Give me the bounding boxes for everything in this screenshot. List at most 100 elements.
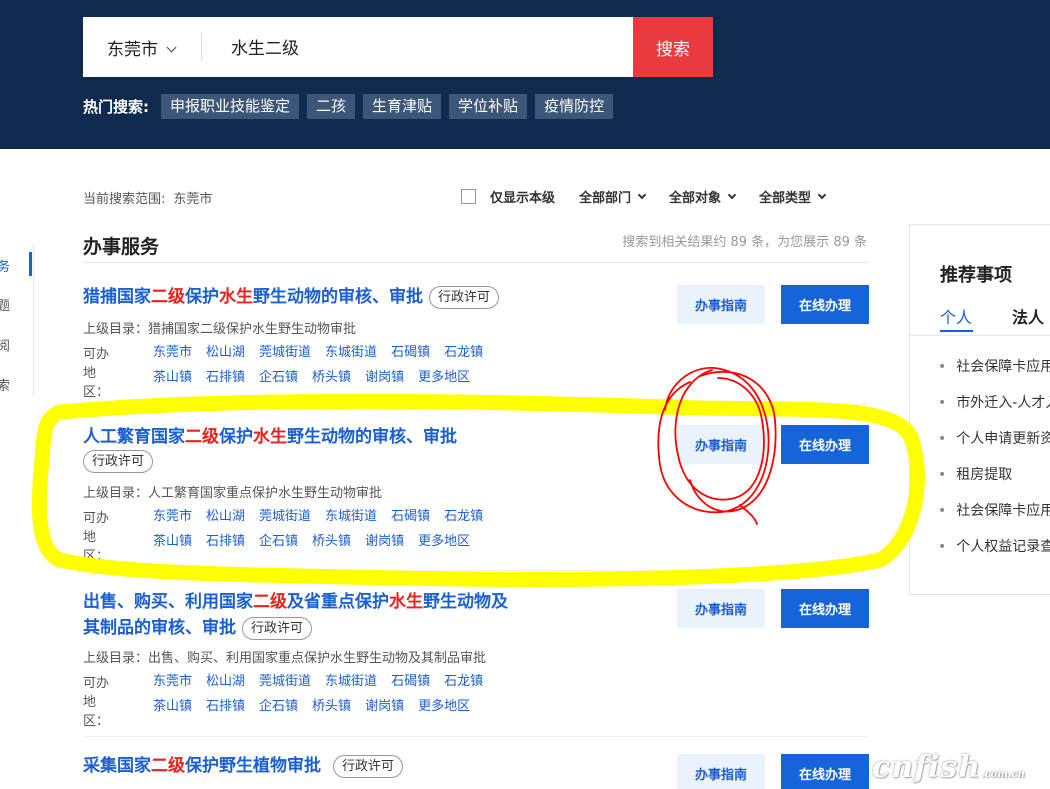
side-nav-item[interactable]: 阅 bbox=[0, 335, 10, 354]
recommend-item[interactable]: 个人申请更新资料 bbox=[938, 428, 1050, 464]
area-link[interactable]: 东莞市 bbox=[153, 672, 192, 697]
area-link[interactable]: 企石镇 bbox=[259, 368, 298, 393]
parent-catalog: 上级目录：出售、购买、利用国家重点保护水生野生动物及其制品审批 bbox=[83, 651, 487, 666]
area-link[interactable]: 东莞市 bbox=[153, 507, 192, 532]
tab-personal[interactable]: 个人 bbox=[940, 304, 972, 328]
area-link[interactable]: 更多地区 bbox=[418, 532, 470, 557]
side-nav-item[interactable]: 索 bbox=[0, 375, 10, 394]
guide-button[interactable]: 办事指南 bbox=[677, 425, 765, 464]
city-selector[interactable]: 东莞市 bbox=[107, 35, 177, 60]
area-link[interactable]: 桥头镇 bbox=[312, 697, 351, 722]
tab-legal-entity[interactable]: 法人 bbox=[1012, 304, 1044, 328]
category-badge: 行政许可 bbox=[429, 285, 500, 309]
online-apply-button[interactable]: 在线办理 bbox=[781, 589, 869, 628]
area-link[interactable]: 石碣镇 bbox=[391, 343, 430, 368]
area-link[interactable]: 松山湖 bbox=[206, 507, 245, 532]
guide-button[interactable]: 办事指南 bbox=[677, 589, 765, 628]
tab-active-underline bbox=[940, 330, 973, 332]
only-level-label[interactable]: 仅显示本级 bbox=[490, 187, 555, 206]
only-level-checkbox[interactable] bbox=[461, 189, 476, 204]
divider bbox=[83, 570, 869, 571]
area-link[interactable]: 企石镇 bbox=[259, 697, 298, 722]
guide-button[interactable]: 办事指南 bbox=[677, 754, 765, 789]
area-link[interactable]: 茶山镇 bbox=[153, 368, 192, 393]
area-link[interactable]: 谢岗镇 bbox=[365, 532, 404, 557]
parent-catalog: 上级目录：人工繁育国家重点保护水生野生动物审批 bbox=[83, 486, 383, 501]
dept-filter[interactable]: 全部部门 bbox=[579, 187, 647, 206]
hot-tag[interactable]: 学位补贴 bbox=[449, 93, 528, 119]
service-title[interactable]: 出售、购买、利用国家二级及省重点保护水生野生动物及 其制品的审核、审批 行政许可 bbox=[83, 589, 553, 641]
result-count: 搜索到相关结果约 89 条，为您展示 89 条 bbox=[622, 235, 867, 250]
area-link[interactable]: 谢岗镇 bbox=[365, 368, 404, 393]
chevron-down-icon bbox=[727, 190, 737, 199]
header: 东莞市 搜索 热门搜索: 申报职业技能鉴定 二孩 生育津贴 学位补贴 疫情防控 bbox=[0, 0, 1050, 149]
chevron-down-icon bbox=[166, 42, 177, 53]
scope-label: 当前搜索范围: bbox=[83, 192, 166, 207]
recommend-title: 推荐事项 bbox=[940, 265, 1012, 286]
area-link[interactable]: 石排镇 bbox=[206, 697, 245, 722]
side-nav-item[interactable]: 题 bbox=[0, 295, 10, 314]
area-link[interactable]: 东城街道 bbox=[325, 507, 377, 532]
areas-label: 可办地区： bbox=[83, 347, 110, 400]
area-link[interactable]: 桥头镇 bbox=[312, 532, 351, 557]
guide-button[interactable]: 办事指南 bbox=[677, 285, 765, 324]
area-link[interactable]: 石龙镇 bbox=[444, 343, 483, 368]
area-link[interactable]: 企石镇 bbox=[259, 532, 298, 557]
target-filter-label: 全部对象 bbox=[669, 191, 722, 206]
area-link[interactable]: 松山湖 bbox=[206, 672, 245, 697]
recommend-list: 社会保障卡应用状态 市外迁入-人才入户 个人申请更新资料 租房提取 社会保障卡应… bbox=[938, 356, 1050, 572]
area-link[interactable]: 石排镇 bbox=[206, 532, 245, 557]
search-box: 东莞市 搜索 bbox=[83, 17, 713, 77]
area-link[interactable]: 东城街道 bbox=[325, 343, 377, 368]
recommend-panel: 推荐事项 个人 法人 社会保障卡应用状态 市外迁入-人才入户 个人申请更新资料 … bbox=[909, 224, 1050, 595]
hot-search: 热门搜索: 申报职业技能鉴定 二孩 生育津贴 学位补贴 疫情防控 bbox=[83, 93, 621, 119]
area-link[interactable]: 桥头镇 bbox=[312, 368, 351, 393]
area-link[interactable]: 石排镇 bbox=[206, 368, 245, 393]
scope-value: 东莞市 bbox=[173, 192, 213, 207]
area-link[interactable]: 茶山镇 bbox=[153, 697, 192, 722]
area-link[interactable]: 茶山镇 bbox=[153, 532, 192, 557]
areas-label: 可办地区： bbox=[83, 676, 110, 729]
side-nav-active-indicator bbox=[29, 252, 32, 276]
watermark-logo: cnfish.com.cn bbox=[872, 750, 1025, 785]
side-nav-item[interactable]: 务 bbox=[0, 256, 10, 275]
search-button[interactable]: 搜索 bbox=[633, 17, 713, 77]
area-link[interactable]: 谢岗镇 bbox=[365, 697, 404, 722]
area-link[interactable]: 石碣镇 bbox=[391, 672, 430, 697]
divider bbox=[83, 262, 869, 263]
online-apply-button[interactable]: 在线办理 bbox=[781, 425, 869, 464]
area-link[interactable]: 莞城街道 bbox=[259, 672, 311, 697]
city-label: 东莞市 bbox=[107, 40, 158, 60]
area-link[interactable]: 松山湖 bbox=[206, 343, 245, 368]
hot-tag[interactable]: 疫情防控 bbox=[535, 93, 614, 119]
recommend-item[interactable]: 市外迁入-人才入户 bbox=[938, 392, 1050, 428]
hot-tag[interactable]: 生育津贴 bbox=[363, 93, 442, 119]
area-link[interactable]: 更多地区 bbox=[418, 697, 470, 722]
recommend-item[interactable]: 租房提取 bbox=[938, 464, 1050, 500]
area-link[interactable]: 东城街道 bbox=[325, 672, 377, 697]
area-link[interactable]: 莞城街道 bbox=[259, 343, 311, 368]
search-input[interactable] bbox=[231, 34, 611, 58]
area-link[interactable]: 石龙镇 bbox=[444, 507, 483, 532]
area-link[interactable]: 石龙镇 bbox=[444, 672, 483, 697]
area-link[interactable]: 东莞市 bbox=[153, 343, 192, 368]
area-link[interactable]: 莞城街道 bbox=[259, 507, 311, 532]
hot-tag[interactable]: 二孩 bbox=[307, 93, 356, 119]
search-scope: 当前搜索范围: 东莞市 bbox=[83, 188, 212, 207]
recommend-item[interactable]: 社会保障卡应用 bbox=[938, 500, 1050, 536]
side-nav-divider bbox=[33, 245, 34, 395]
target-filter[interactable]: 全部对象 bbox=[669, 187, 737, 206]
category-badge: 行政许可 bbox=[83, 450, 154, 473]
category-badge: 行政许可 bbox=[333, 754, 404, 778]
section-title: 办事服务 bbox=[83, 236, 160, 258]
area-link[interactable]: 石碣镇 bbox=[391, 507, 430, 532]
online-apply-button[interactable]: 在线办理 bbox=[781, 285, 869, 324]
type-filter-label: 全部类型 bbox=[759, 191, 812, 206]
type-filter[interactable]: 全部类型 bbox=[759, 187, 827, 206]
online-apply-button[interactable]: 在线办理 bbox=[781, 754, 869, 789]
hot-tag[interactable]: 申报职业技能鉴定 bbox=[161, 93, 300, 119]
area-link[interactable]: 更多地区 bbox=[418, 368, 470, 393]
recommend-item[interactable]: 社会保障卡应用状态 bbox=[938, 356, 1050, 392]
recommend-item[interactable]: 个人权益记录查询 bbox=[938, 536, 1050, 572]
divider bbox=[910, 335, 1050, 336]
